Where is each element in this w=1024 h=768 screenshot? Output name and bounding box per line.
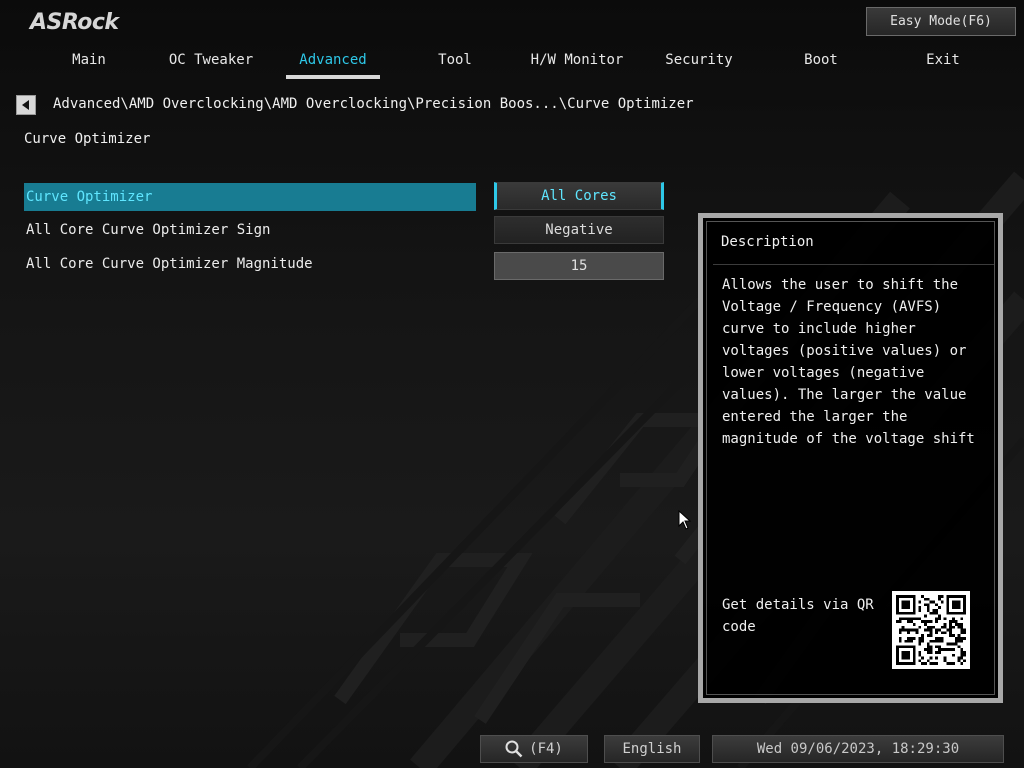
description-title: Description: [721, 234, 814, 250]
asrock-logo: ASRock: [30, 10, 119, 35]
language-button[interactable]: English: [604, 735, 700, 763]
qr-code-label: Get details via QR code: [722, 597, 874, 635]
setting-value-curve-optimizer-sign[interactable]: Negative: [494, 216, 664, 244]
setting-label-curve-optimizer-magnitude[interactable]: All Core Curve Optimizer Magnitude: [24, 250, 476, 278]
setting-label-curve-optimizer-sign[interactable]: All Core Curve Optimizer Sign: [24, 216, 476, 244]
tab-hw-monitor[interactable]: H/W Monitor: [516, 48, 638, 80]
mouse-cursor-icon: [678, 510, 692, 530]
setting-label-curve-optimizer[interactable]: Curve Optimizer: [24, 183, 476, 211]
qr-code-icon: [892, 591, 970, 669]
tab-oc-tweaker[interactable]: OC Tweaker: [150, 48, 272, 80]
setting-value-curve-optimizer[interactable]: All Cores: [494, 182, 664, 210]
tab-boot[interactable]: Boot: [760, 48, 882, 80]
tab-advanced[interactable]: Advanced: [272, 48, 394, 80]
breadcrumb: Advanced\AMD Overclocking\AMD Overclocki…: [53, 96, 694, 112]
main-tab-bar: Main OC Tweaker Advanced Tool H/W Monito…: [28, 48, 1004, 80]
description-panel: Description Allows the user to shift the…: [698, 213, 1003, 703]
qr-code-graphic: [896, 595, 966, 665]
tab-main[interactable]: Main: [28, 48, 150, 80]
setting-value-curve-optimizer-magnitude[interactable]: 15: [494, 252, 664, 280]
page-title: Curve Optimizer: [24, 131, 151, 147]
easy-mode-button[interactable]: Easy Mode(F6): [866, 7, 1016, 36]
datetime-display: Wed 09/06/2023, 18:29:30: [712, 735, 1004, 763]
tab-tool[interactable]: Tool: [394, 48, 516, 80]
search-key-label: (F4): [529, 741, 563, 757]
description-divider: [713, 264, 994, 265]
back-arrow-icon[interactable]: [16, 95, 36, 115]
tab-exit[interactable]: Exit: [882, 48, 1004, 80]
search-button[interactable]: (F4): [480, 735, 588, 763]
search-icon: [505, 740, 523, 758]
tab-security[interactable]: Security: [638, 48, 760, 80]
description-text: Allows the user to shift the Voltage / F…: [722, 277, 975, 447]
